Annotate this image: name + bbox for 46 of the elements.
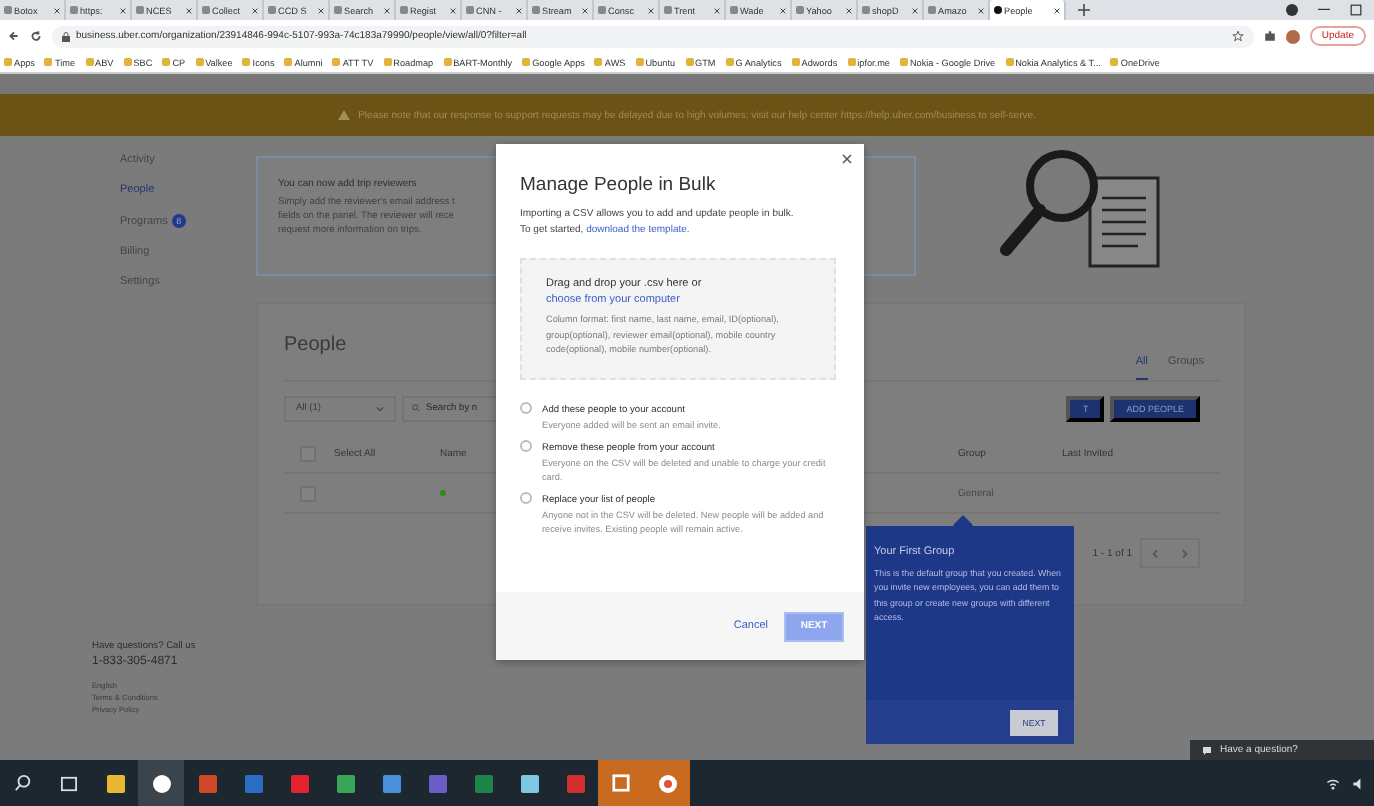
caret-icon	[376, 405, 384, 411]
close-icon[interactable]	[252, 7, 258, 13]
app-icon[interactable]	[151, 773, 171, 793]
close-icon[interactable]	[318, 7, 324, 13]
radio-button[interactable]	[520, 401, 532, 413]
puzzle-icon[interactable]	[1263, 30, 1276, 42]
account-icon[interactable]	[1286, 4, 1298, 16]
close-icon[interactable]	[714, 7, 720, 13]
close-icon[interactable]	[120, 7, 126, 13]
close-icon[interactable]	[846, 7, 852, 13]
wifi-icon[interactable]	[1326, 777, 1340, 789]
search-icon	[412, 404, 420, 412]
app-icon[interactable]	[519, 773, 539, 793]
close-icon[interactable]	[1054, 7, 1060, 13]
search-icon[interactable]	[14, 774, 32, 792]
star-icon[interactable]	[1231, 30, 1244, 42]
close-icon[interactable]	[780, 7, 786, 13]
radio-button[interactable]	[520, 439, 532, 451]
section-title: People	[284, 334, 347, 360]
app-icon[interactable]	[105, 773, 125, 793]
chat-icon	[1202, 745, 1212, 755]
app-icon[interactable]	[381, 773, 401, 793]
app-icon[interactable]	[335, 773, 355, 793]
close-icon[interactable]	[648, 7, 654, 13]
task-view-icon[interactable]	[60, 775, 78, 791]
close-icon[interactable]	[842, 154, 852, 164]
minimize-icon[interactable]	[1318, 8, 1330, 12]
close-icon[interactable]	[978, 7, 984, 13]
back-icon[interactable]	[8, 30, 20, 42]
radio-button[interactable]	[520, 491, 532, 503]
close-icon[interactable]	[450, 7, 456, 13]
close-icon[interactable]	[912, 7, 918, 13]
maximize-icon[interactable]	[1350, 4, 1362, 16]
dialog-title: Manage People in Bulk	[520, 174, 718, 196]
close-icon[interactable]	[186, 7, 192, 13]
close-icon[interactable]	[516, 7, 522, 13]
warning-icon	[338, 110, 351, 120]
lock-icon	[62, 31, 70, 41]
volume-icon[interactable]	[1352, 777, 1366, 789]
drop-zone[interactable]	[520, 258, 836, 379]
new-tab-icon[interactable]	[1078, 4, 1090, 16]
close-icon[interactable]	[54, 7, 60, 13]
close-icon[interactable]	[582, 7, 588, 13]
avatar[interactable]	[1285, 29, 1300, 43]
reload-icon[interactable]	[30, 30, 42, 42]
close-icon[interactable]	[384, 7, 390, 13]
